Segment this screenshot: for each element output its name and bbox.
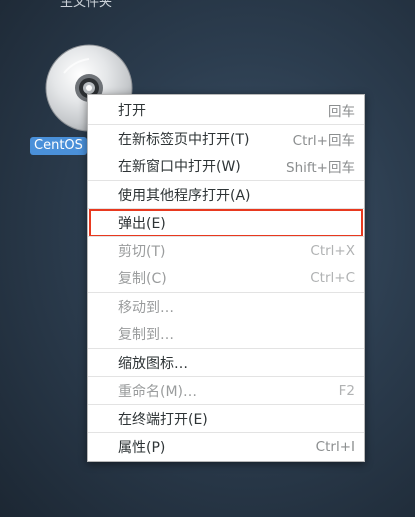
menu-item-shortcut: F2 — [338, 382, 355, 399]
menu-item-shortcut: Shift+回车 — [286, 160, 355, 176]
menu-item-label: 打开 — [118, 103, 146, 119]
menu-item-shortcut: Ctrl+回车 — [292, 132, 355, 149]
menu-item-label: 属性(P) — [118, 439, 166, 456]
menu-item-resize-icon[interactable]: 缩放图标… — [88, 348, 364, 376]
menu-item-label: 复制(C) — [118, 271, 167, 287]
menu-item-label: 缩放图标… — [118, 355, 188, 372]
context-menu: 打开 回车 在新标签页中打开(T) Ctrl+回车 在新窗口中打开(W) Shi… — [87, 94, 365, 462]
menu-item-shortcut: Ctrl+X — [310, 242, 355, 259]
menu-item-move-to[interactable]: 移动到… — [88, 292, 364, 320]
menu-item-label: 使用其他程序打开(A) — [118, 187, 251, 204]
menu-item-label: 移动到… — [118, 299, 174, 316]
menu-item-open-with-other-app[interactable]: 使用其他程序打开(A) — [88, 180, 364, 208]
menu-item-copy-to[interactable]: 复制到… — [88, 320, 364, 348]
menu-item-label: 复制到… — [118, 327, 174, 343]
menu-item-label: 剪切(T) — [118, 243, 166, 260]
menu-item-eject[interactable]: 弹出(E) — [88, 208, 364, 237]
menu-item-cut[interactable]: 剪切(T) Ctrl+X — [88, 236, 364, 264]
disc-label[interactable]: CentOS — [30, 137, 87, 155]
menu-item-open-in-terminal[interactable]: 在终端打开(E) — [88, 404, 364, 432]
menu-item-label: 在终端打开(E) — [118, 411, 208, 428]
menu-item-open-in-new-tab[interactable]: 在新标签页中打开(T) Ctrl+回车 — [88, 124, 364, 152]
menu-item-label: 在新窗口中打开(W) — [118, 159, 241, 175]
menu-item-label: 弹出(E) — [118, 215, 166, 232]
menu-item-shortcut: Ctrl+I — [315, 438, 355, 455]
menu-item-open[interactable]: 打开 回车 — [88, 96, 364, 124]
menu-item-label: 在新标签页中打开(T) — [118, 131, 250, 148]
menu-item-shortcut: Ctrl+C — [310, 270, 355, 286]
menu-item-properties[interactable]: 属性(P) Ctrl+I — [88, 432, 364, 460]
home-folder-label[interactable]: 主文件夹 — [60, 0, 112, 10]
desktop: 主文件夹 CentOS 打开 回车 在新标签页中打开(T) Ctrl+回车 在新… — [0, 0, 415, 517]
menu-item-open-in-new-window[interactable]: 在新窗口中打开(W) Shift+回车 — [88, 152, 364, 180]
menu-item-label: 重命名(M)… — [118, 383, 198, 400]
menu-item-shortcut: 回车 — [328, 104, 355, 120]
menu-item-copy[interactable]: 复制(C) Ctrl+C — [88, 264, 364, 292]
menu-item-rename[interactable]: 重命名(M)… F2 — [88, 376, 364, 404]
